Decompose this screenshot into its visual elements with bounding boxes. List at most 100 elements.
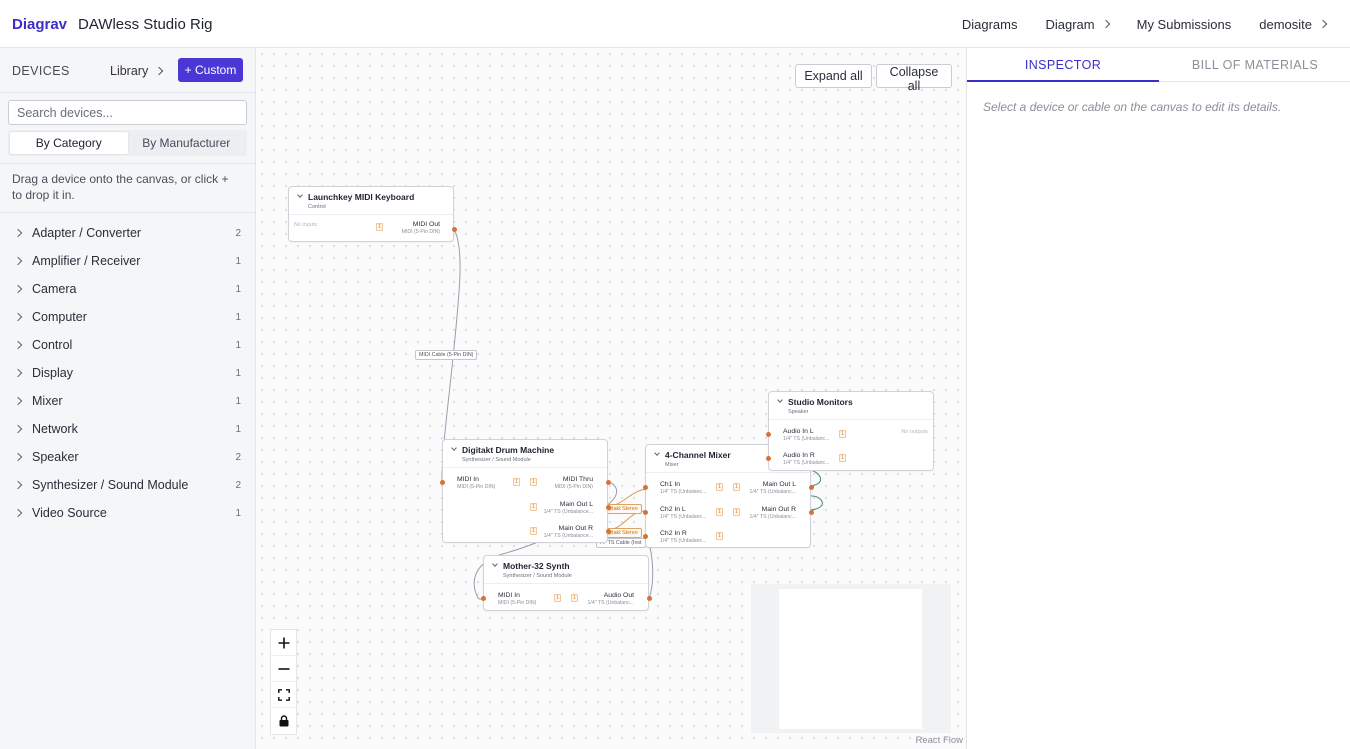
category-synthesizer-sound-module[interactable]: Synthesizer / Sound Module 2 — [0, 471, 255, 499]
category-count: 2 — [235, 479, 241, 491]
lock-button[interactable] — [271, 708, 296, 734]
category-count: 1 — [235, 507, 241, 519]
port-qty-badge: 1 — [554, 594, 561, 602]
no-outputs-label: No outputs — [901, 429, 928, 435]
nav-diagrams[interactable]: Diagrams — [962, 17, 1018, 32]
handle-ch2-in-l[interactable] — [643, 510, 648, 515]
zoom-in-button[interactable] — [271, 630, 296, 656]
port-qty-badge: 1 — [839, 430, 846, 438]
port-type: 1/4" TS (Unbalanc... — [660, 489, 707, 495]
handle-audio-in-l[interactable] — [766, 432, 771, 437]
category-video-source[interactable]: Video Source 1 — [0, 499, 255, 527]
top-bar: Diagrav DAWless Studio Rig Diagrams Diag… — [0, 0, 1350, 48]
handle-midi-in[interactable] — [440, 480, 445, 485]
handle-audio-in-r[interactable] — [766, 456, 771, 461]
category-computer[interactable]: Computer 1 — [0, 303, 255, 331]
port-type: 1/4" TS (Unbalanc... — [587, 600, 634, 606]
category-label: Camera — [32, 282, 77, 296]
port-name: Ch2 In L — [660, 506, 686, 513]
category-display[interactable]: Display 1 — [0, 359, 255, 387]
node-studio-monitors[interactable]: Studio Monitors Speaker Audio In L 1/4" T… — [766, 391, 934, 471]
port-midi-in: MIDI In MIDI (5-Pin DIN) — [498, 592, 536, 606]
port-type: 1/4" TS (Unbalance... — [543, 509, 593, 515]
zoom-out-button[interactable] — [271, 656, 296, 682]
tab-bill-of-materials[interactable]: BILL OF MATERIALS — [1159, 48, 1350, 81]
nav-diagram-menu[interactable]: Diagram — [1045, 17, 1110, 32]
nav-my-submissions[interactable]: My Submissions — [1137, 17, 1232, 32]
brand-logo[interactable]: Diagrav — [12, 16, 67, 33]
tab-inspector[interactable]: INSPECTOR — [967, 48, 1159, 82]
group-by-manufacturer-button[interactable]: By Manufacturer — [128, 132, 246, 154]
handle-ch2-in-r[interactable] — [643, 534, 648, 539]
chevron-down-icon[interactable] — [451, 445, 457, 451]
port-name: Main Out L — [559, 501, 593, 508]
port-type: MIDI (5-Pin DIN) — [498, 600, 537, 606]
port-name: Audio In R — [783, 452, 815, 459]
fit-view-button[interactable] — [271, 682, 296, 708]
category-label: Network — [32, 422, 78, 436]
chevron-down-icon[interactable] — [777, 397, 783, 403]
library-link[interactable]: Library — [110, 64, 164, 78]
category-count: 1 — [235, 339, 241, 351]
node-title: 4-Channel Mixer — [665, 450, 731, 460]
port-audio-out: Audio Out 1/4" TS (Unbalanc... — [588, 592, 634, 606]
category-camera[interactable]: Camera 1 — [0, 275, 255, 303]
minimap-viewport[interactable] — [779, 589, 922, 729]
handle-main-out-r[interactable] — [606, 529, 611, 534]
port-qty-badge: 1 — [530, 527, 537, 535]
handle-main-out-l[interactable] — [809, 485, 814, 490]
panel-tabs: INSPECTOR BILL OF MATERIALS — [967, 48, 1350, 82]
port-ch1-in: Ch1 In 1/4" TS (Unbalanc... — [660, 481, 706, 495]
category-label: Display — [32, 366, 73, 380]
port-type: 1/4" TS (Unbalanc... — [749, 489, 796, 495]
handle-ch1-in[interactable] — [643, 485, 648, 490]
library-label: Library — [110, 64, 149, 78]
port-type: 1/4" TS (Unbalanc... — [749, 514, 796, 520]
handle-midi-in[interactable] — [481, 596, 486, 601]
category-speaker[interactable]: Speaker 2 — [0, 443, 255, 471]
node-category: Synthesizer / Sound Module — [462, 457, 531, 463]
handle-midi-thru[interactable] — [606, 480, 611, 485]
node-digitakt-drum-machine[interactable]: Digitakt Drum Machine Synthesizer / Soun… — [440, 439, 611, 543]
category-control[interactable]: Control 1 — [0, 331, 255, 359]
chevron-right-icon — [13, 452, 23, 462]
add-custom-device-button[interactable]: + Custom — [178, 58, 243, 82]
node-header: Launchkey MIDI Keyboard Control — [289, 187, 453, 215]
category-network[interactable]: Network 1 — [0, 415, 255, 443]
minimap[interactable] — [751, 584, 951, 733]
category-adapter-converter[interactable]: Adapter / Converter 2 — [0, 219, 255, 247]
inspector-panel: INSPECTOR BILL OF MATERIALS Select a dev… — [966, 48, 1350, 749]
node-mother-32-synth[interactable]: Mother-32 Synth Synthesizer / Sound Modu… — [481, 555, 652, 611]
chevron-right-icon — [1318, 19, 1328, 29]
port-qty-badge: 1 — [530, 503, 537, 511]
category-count: 1 — [235, 395, 241, 407]
node-launchkey-keyboard[interactable]: Launchkey MIDI Keyboard Control No input… — [288, 186, 457, 242]
port-qty-badge: 1 — [733, 508, 740, 516]
category-count: 1 — [235, 283, 241, 295]
port-name: MIDI In — [457, 476, 479, 483]
node-category: Synthesizer / Sound Module — [503, 573, 572, 579]
category-mixer[interactable]: Mixer 1 — [0, 387, 255, 415]
edge-label-midi-cable[interactable]: MIDI Cable (5-Pin DIN) — [415, 350, 478, 360]
category-label: Control — [32, 338, 73, 352]
chevron-right-icon — [13, 256, 23, 266]
category-label: Computer — [32, 310, 87, 324]
port-name: Main Out L — [762, 481, 796, 488]
handle-main-out-r[interactable] — [809, 510, 814, 515]
port-qty-badge: 1 — [513, 478, 520, 486]
diagram-canvas[interactable]: Expand all Collapse all MIDI Cable (5-Pi… — [256, 48, 966, 749]
port-main-out-r: Main Out R 1/4" TS (Unbalanc... — [750, 506, 796, 520]
chevron-down-icon[interactable] — [654, 450, 660, 456]
react-flow-attribution[interactable]: React Flow — [915, 735, 963, 746]
nav-user-menu[interactable]: demosite — [1259, 17, 1328, 32]
category-amplifier-receiver[interactable]: Amplifier / Receiver 1 — [0, 247, 255, 275]
device-search-input[interactable] — [8, 100, 247, 125]
handle-main-out-l[interactable] — [606, 505, 611, 510]
group-by-category-button[interactable]: By Category — [10, 132, 128, 154]
category-count: 1 — [235, 311, 241, 323]
chevron-down-icon[interactable] — [297, 192, 303, 198]
chevron-down-icon[interactable] — [492, 561, 498, 567]
handle-audio-out[interactable] — [647, 596, 652, 601]
handle-midi-out[interactable] — [452, 227, 457, 232]
diagram-title[interactable]: DAWless Studio Rig — [78, 16, 213, 33]
